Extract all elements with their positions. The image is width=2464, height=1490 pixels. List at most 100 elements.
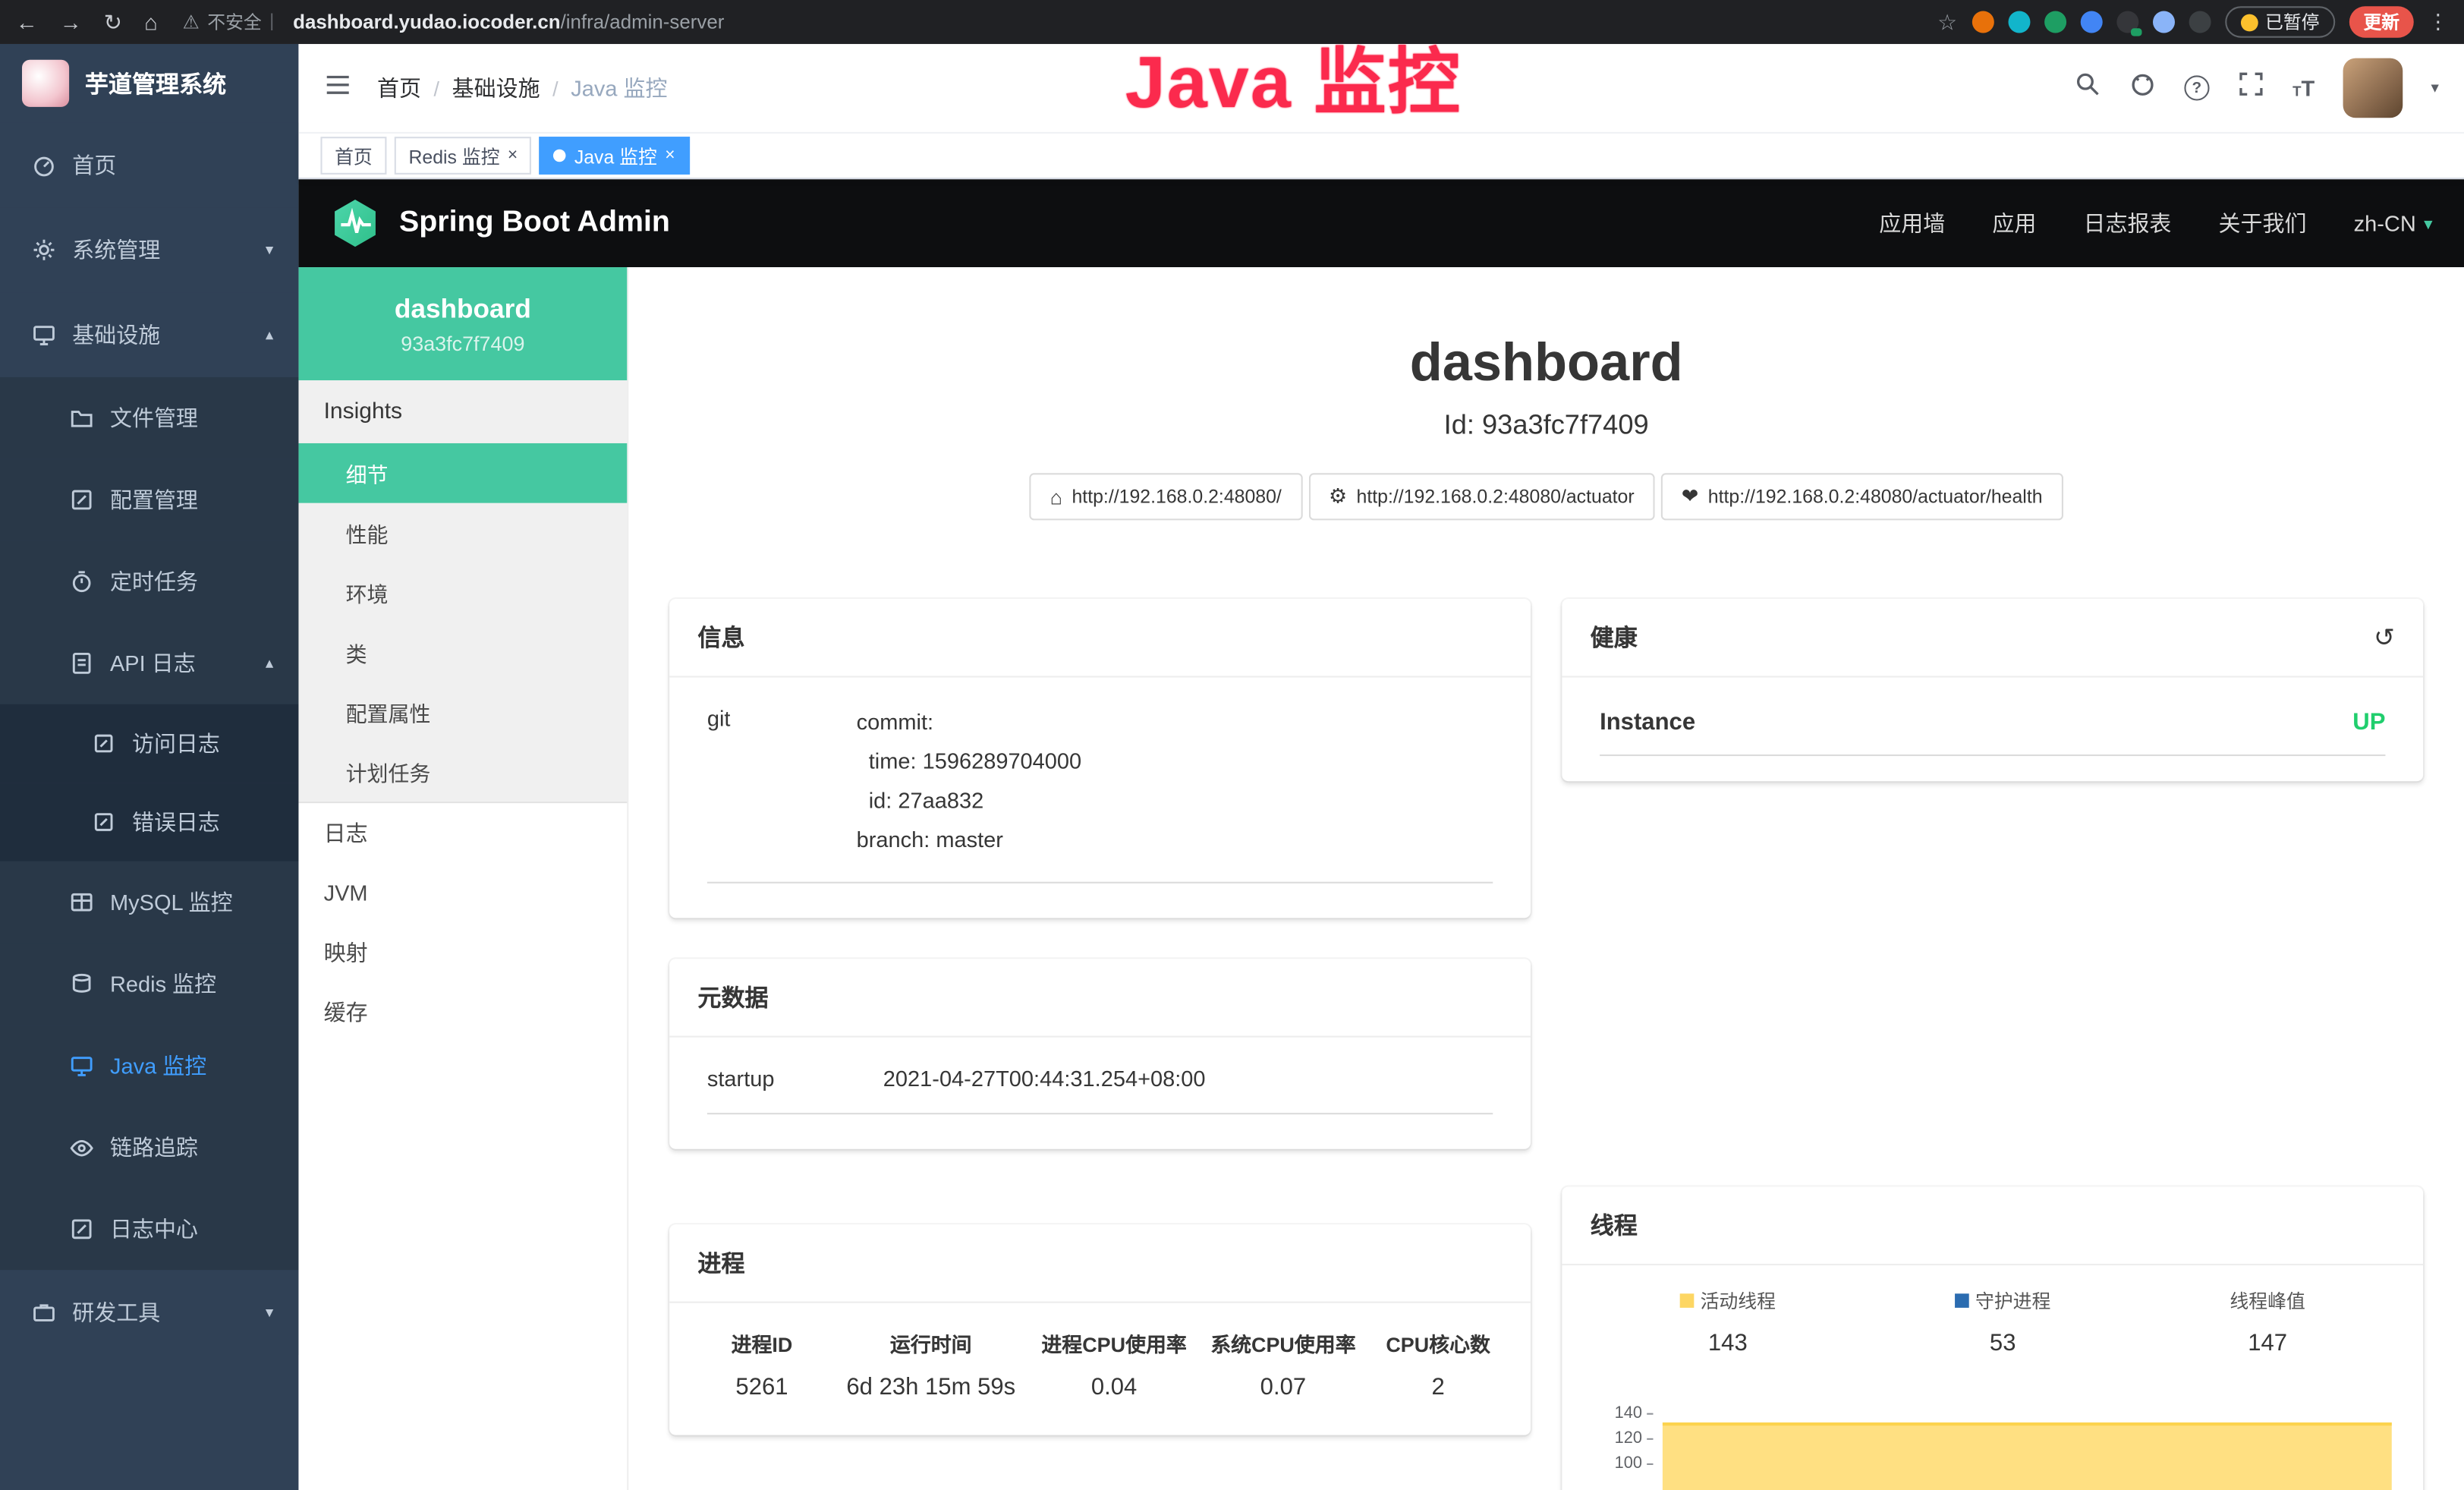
sidebar-item-api-logs[interactable]: API 日志 ▴ (0, 622, 298, 704)
legend-swatch-yellow (1680, 1293, 1695, 1308)
sba-item-details[interactable]: 细节 (298, 443, 627, 503)
paused-badge[interactable]: 已暂停 (2224, 6, 2335, 37)
home-icon: ⌂ (1050, 485, 1062, 509)
sba-content: dashboard Id: 93a3fc7f7409 ⌂ http://192.… (628, 267, 2464, 1490)
chevron-down-icon: ▾ (266, 1304, 273, 1321)
sba-brand[interactable]: Spring Boot Admin (399, 206, 670, 241)
extension-icon[interactable] (2007, 11, 2029, 33)
home-icon[interactable]: ⌂ (144, 8, 158, 35)
sba-instance-block[interactable]: dashboard 93a3fc7f7409 (298, 267, 627, 380)
reload-icon[interactable]: ↻ (104, 8, 122, 35)
folder-icon (69, 405, 94, 430)
health-row-instance[interactable]: Instance UP (1600, 709, 2385, 756)
eye-icon (69, 1135, 94, 1160)
extension-icon[interactable] (1972, 11, 1994, 33)
breadcrumb: 首页 / 基础设施 / Java 监控 (377, 72, 668, 103)
tab-home[interactable]: 首页 (320, 137, 386, 175)
sidebar-item-log-center[interactable]: 日志中心 (0, 1189, 298, 1271)
sidebar-item-home[interactable]: 首页 (0, 123, 298, 208)
tab-java-monitor[interactable]: Java 监控 × (540, 137, 689, 175)
back-icon[interactable]: ← (16, 8, 38, 35)
metadata-card: 元数据 startup 2021-04-27T00:44:31.254+08:0… (669, 959, 1531, 1149)
chevron-down-icon: ▾ (266, 241, 273, 259)
url-path: /infra/admin-server (561, 11, 725, 33)
process-card-title: 进程 (697, 1246, 744, 1279)
close-icon[interactable]: × (665, 146, 675, 165)
document-icon (69, 650, 94, 676)
sidebar-item-file-mgmt[interactable]: 文件管理 (0, 377, 298, 459)
sba-item-environment[interactable]: 环境 (298, 562, 627, 622)
fullscreen-icon[interactable] (2238, 71, 2264, 106)
sba-item-classes[interactable]: 类 (298, 622, 627, 682)
sba-nav-wallboard[interactable]: 应用墙 (1879, 207, 1945, 238)
status-badge: UP (2352, 709, 2385, 736)
sba-item-loggers[interactable]: 日志 (298, 803, 627, 863)
threads-card-title: 线程 (1591, 1208, 1638, 1241)
help-icon[interactable]: ? (2184, 75, 2209, 100)
browser-menu-icon[interactable]: ⋮ (2428, 9, 2448, 34)
sba-insights-header[interactable]: Insights (298, 380, 627, 443)
bookmark-star-icon[interactable]: ☆ (1937, 8, 1957, 35)
health-url-button[interactable]: ❤ http://192.168.0.2:48080/actuator/heal… (1661, 473, 2063, 520)
address-bar[interactable]: dashboard.yudao.iocoder.cn/infra/admin-s… (293, 11, 724, 33)
extension-icon[interactable] (2152, 11, 2174, 33)
edit-square-icon (69, 1217, 94, 1242)
actuator-url-button[interactable]: ⚙ http://192.168.0.2:48080/actuator (1308, 473, 1655, 520)
sba-item-config-props[interactable]: 配置属性 (298, 682, 627, 742)
sba-item-mappings[interactable]: 映射 (298, 923, 627, 983)
sidebar-item-redis-monitor[interactable]: Redis 监控 (0, 943, 298, 1025)
security-label: 不安全 (207, 9, 261, 34)
breadcrumb-current: Java 监控 (571, 72, 667, 103)
browser-chrome: ← → ↻ ⌂ ⚠ 不安全 | dashboard.yudao.iocoder.… (0, 0, 2464, 44)
sidebar-item-system-mgmt[interactable]: 系统管理 ▾ (0, 207, 298, 292)
sba-item-jvm[interactable]: JVM (298, 863, 627, 923)
process-col-system-cpu: 系统CPU使用率 0.07 (1199, 1328, 1368, 1400)
extension-icon[interactable] (2189, 11, 2211, 33)
font-size-icon[interactable]: TT (2292, 75, 2315, 100)
close-icon[interactable]: × (508, 146, 518, 165)
threads-card: 线程 活动线程 (1562, 1186, 2423, 1490)
github-icon[interactable] (2129, 71, 2156, 106)
sidebar-item-mysql-monitor[interactable]: MySQL 监控 (0, 862, 298, 943)
sidebar-toggle-icon[interactable] (324, 70, 352, 106)
search-icon[interactable] (2074, 71, 2101, 106)
instance-links: ⌂ http://192.168.0.2:48080/ ⚙ http://192… (628, 473, 2464, 520)
extension-icon[interactable] (2080, 11, 2102, 33)
service-url-button[interactable]: ⌂ http://192.168.0.2:48080/ (1030, 473, 1302, 520)
health-card: 健康 ↺ Instance UP (1562, 599, 2423, 781)
breadcrumb-infra[interactable]: 基础设施 (452, 72, 540, 103)
tags-bar: 首页 Redis 监控 × Java 监控 × (298, 132, 2464, 179)
update-button[interactable]: 更新 (2349, 6, 2414, 37)
tab-redis-monitor[interactable]: Redis 监控 × (395, 137, 532, 175)
sidebar-item-access-log[interactable]: 访问日志 (0, 704, 298, 783)
history-icon[interactable]: ↺ (2374, 622, 2395, 653)
sidebar-item-config-mgmt[interactable]: 配置管理 (0, 459, 298, 541)
sba-item-performance[interactable]: 性能 (298, 503, 627, 563)
user-avatar[interactable] (2343, 58, 2403, 118)
sidebar-item-tracing[interactable]: 链路追踪 (0, 1107, 298, 1189)
sidebar-item-scheduled-jobs[interactable]: 定时任务 (0, 540, 298, 622)
legend-live-threads: 活动线程 143 (1680, 1287, 1776, 1356)
sba-nav-applications[interactable]: 应用 (1992, 207, 2036, 238)
table-icon (69, 890, 94, 915)
forward-icon[interactable]: → (60, 8, 82, 35)
sba-item-caches[interactable]: 缓存 (298, 982, 627, 1042)
avatar-caret-icon[interactable]: ▾ (2431, 80, 2438, 97)
process-col-uptime: 运行时间 6d 23h 15m 59s (832, 1328, 1030, 1400)
sidebar-item-infra[interactable]: 基础设施 ▴ (0, 292, 298, 377)
breadcrumb-home[interactable]: 首页 (377, 72, 421, 103)
sidebar-item-dev-tools[interactable]: 研发工具 ▾ (0, 1270, 298, 1355)
extension-icon[interactable] (2116, 11, 2138, 33)
app-logo-row[interactable]: 芋道管理系统 (0, 44, 298, 123)
site-security[interactable]: ⚠ 不安全 | (183, 9, 275, 34)
sba-nav-about[interactable]: 关于我们 (2219, 207, 2307, 238)
sba-nav-journal[interactable]: 日志报表 (2083, 207, 2171, 238)
extension-icon[interactable] (2044, 11, 2066, 33)
sba-nav-language[interactable]: zh-CN ▾ (2354, 210, 2433, 235)
sidebar-item-java-monitor[interactable]: Java 监控 (0, 1025, 298, 1107)
sidebar-item-error-log[interactable]: 错误日志 (0, 783, 298, 862)
sba-item-scheduled-tasks[interactable]: 计划任务 (298, 742, 627, 802)
timer-icon (69, 569, 94, 594)
process-card: 进程 进程ID 5261 运行时间 (669, 1224, 1531, 1435)
app-logo (22, 60, 69, 107)
